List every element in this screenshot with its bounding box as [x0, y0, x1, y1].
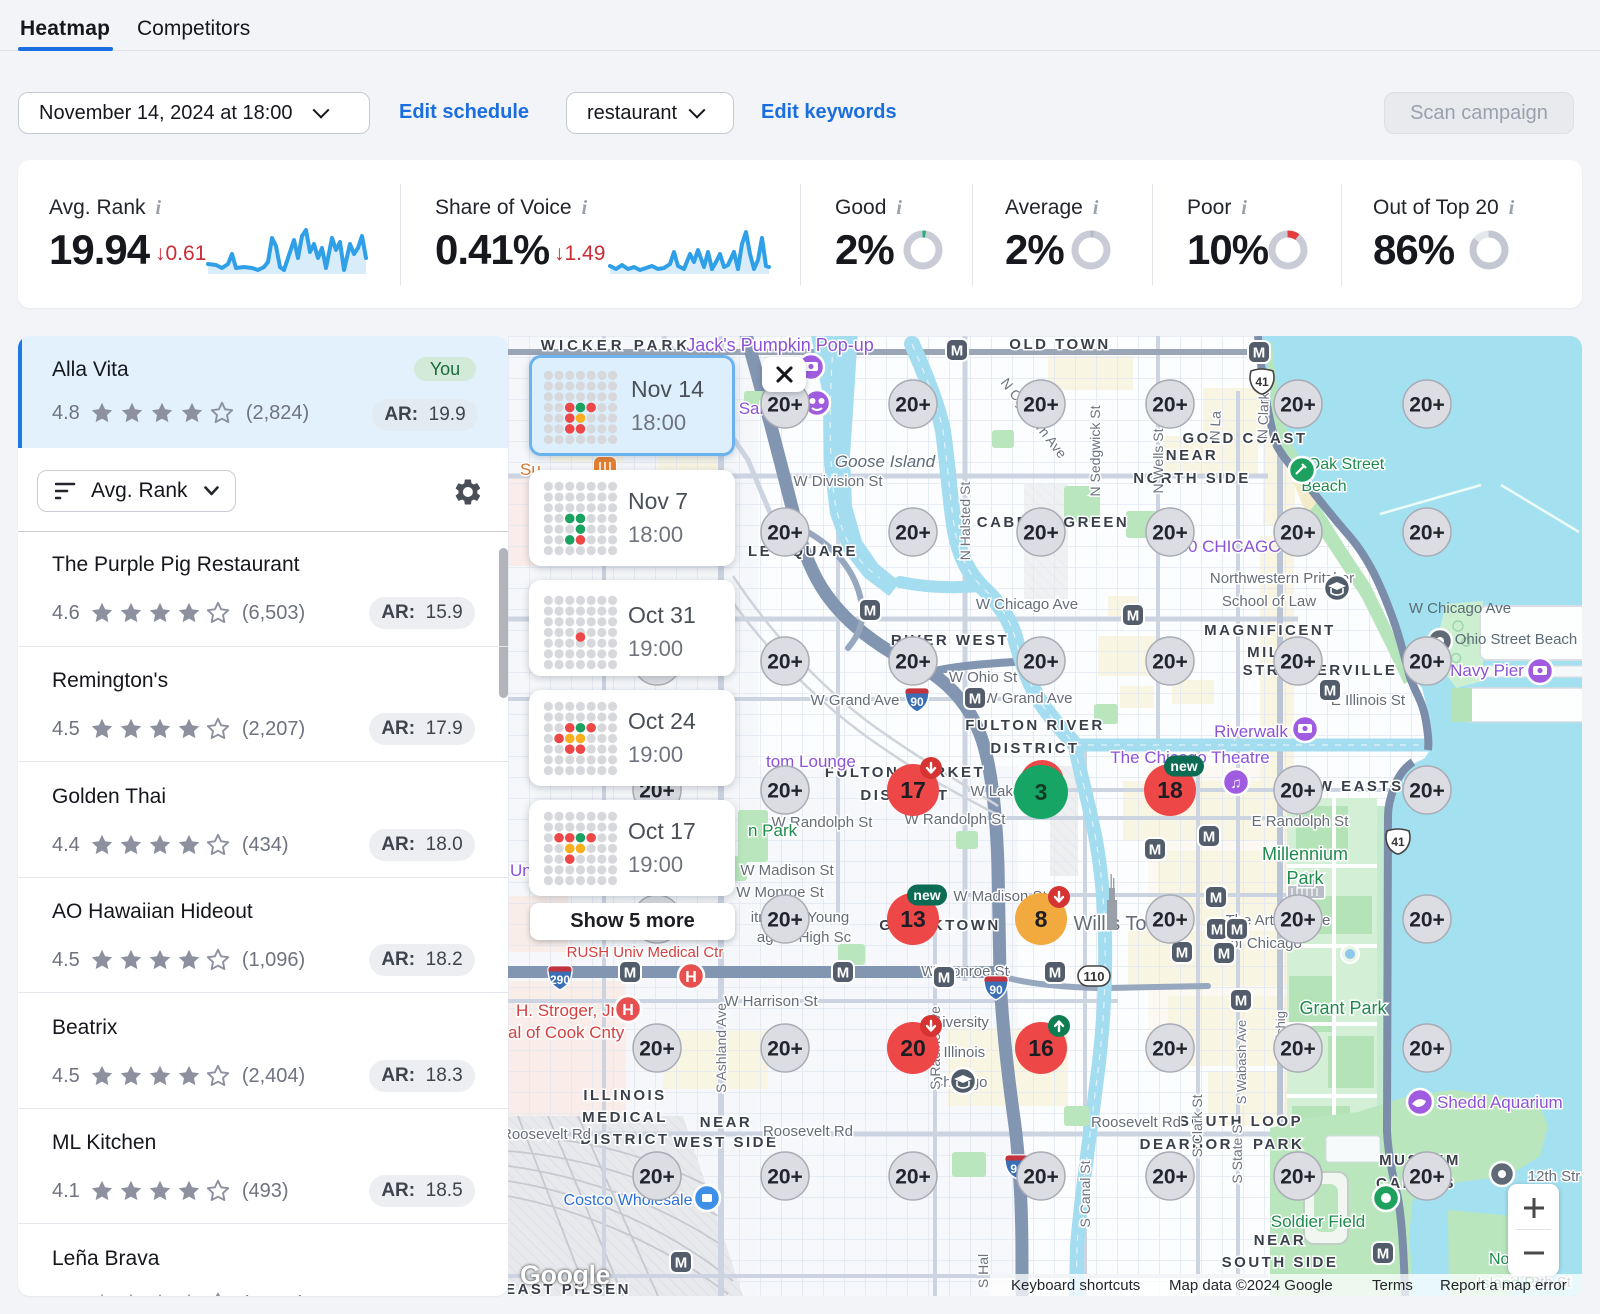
svg-text:W Harrison St: W Harrison St	[724, 993, 818, 1010]
svg-text:SOUTH SIDE: SOUTH SIDE	[1222, 1254, 1339, 1271]
svg-text:ILLINOIS: ILLINOIS	[583, 1087, 666, 1104]
svg-text:Roosevelt Rd: Roosevelt Rd	[508, 1126, 591, 1143]
svg-text:WICKER PARK: WICKER PARK	[541, 337, 691, 354]
svg-text:W Chicago Ave: W Chicago Ave	[1409, 600, 1511, 617]
svg-text:W Ohio St: W Ohio St	[949, 669, 1018, 686]
svg-text:90: 90	[989, 983, 1003, 997]
svg-text:41: 41	[1391, 835, 1405, 849]
svg-text:MEDICAL: MEDICAL	[582, 1109, 668, 1126]
svg-text:Millennium: Millennium	[1262, 844, 1348, 864]
svg-text:Shedd Aquarium: Shedd Aquarium	[1437, 1093, 1563, 1112]
svg-text:16: 16	[1028, 1035, 1054, 1061]
svg-text:S Hal: S Hal	[975, 1254, 991, 1288]
svg-text:E Illinois St: E Illinois St	[1331, 692, 1406, 709]
svg-text:3: 3	[1035, 779, 1048, 805]
svg-text:OLD TOWN: OLD TOWN	[1009, 336, 1110, 353]
svg-text:N Clark: N Clark	[1254, 391, 1272, 439]
svg-text:W Division St: W Division St	[793, 473, 883, 490]
svg-text:H: H	[685, 969, 697, 986]
svg-text:School of Law: School of Law	[1222, 593, 1316, 610]
svg-text:Jack's Pumpkin Pop-up: Jack's Pumpkin Pop-up	[686, 336, 874, 355]
svg-text:17: 17	[900, 777, 926, 803]
svg-text:Grant Park: Grant Park	[1299, 998, 1387, 1018]
svg-text:NEAR: NEAR	[1254, 1232, 1307, 1249]
svg-text:DISTRICT: DISTRICT	[990, 740, 1079, 757]
svg-text:20: 20	[900, 1035, 926, 1061]
svg-text:S Clark St: S Clark St	[1189, 1094, 1205, 1157]
svg-text:18: 18	[1157, 777, 1183, 803]
svg-text:Riverwalk: Riverwalk	[1214, 722, 1288, 741]
svg-text:NEAR: NEAR	[1166, 447, 1219, 464]
svg-text:Roosevelt Rd: Roosevelt Rd	[763, 1123, 853, 1140]
svg-text:N La: N La	[1206, 410, 1224, 441]
svg-text:H: H	[622, 1002, 634, 1019]
svg-text:RUSH Univ Medical Ctr: RUSH Univ Medical Ctr	[567, 944, 724, 961]
svg-text:DISTRICT: DISTRICT	[580, 1131, 669, 1148]
svg-text:Navy Pier: Navy Pier	[1450, 661, 1524, 680]
svg-text:110: 110	[1084, 969, 1105, 984]
svg-text:Ohio Street Beach: Ohio Street Beach	[1455, 631, 1578, 648]
svg-text:Park: Park	[1286, 868, 1324, 888]
svg-text:Soldier Field: Soldier Field	[1271, 1212, 1366, 1231]
svg-text:12th Str: 12th Str	[1528, 1168, 1581, 1185]
svg-text:Roosevelt Rd: Roosevelt Rd	[1091, 1114, 1181, 1131]
svg-text:S Canal St: S Canal St	[1077, 1160, 1093, 1227]
svg-text:FULTON RIVER: FULTON RIVER	[965, 717, 1104, 734]
svg-text:N Halsted St: N Halsted St	[957, 482, 973, 561]
svg-text:41: 41	[1255, 375, 1269, 389]
svg-text:E Randolph St: E Randolph St	[1252, 813, 1350, 830]
svg-text:Sal: Sal	[739, 399, 764, 418]
svg-text:Goose Island: Goose Island	[835, 452, 936, 471]
svg-text:90: 90	[910, 695, 924, 709]
svg-text:N Sedgwick St: N Sedgwick St	[1087, 405, 1103, 496]
svg-text:W Grand Ave: W Grand Ave	[811, 692, 900, 709]
svg-text:♫: ♫	[1230, 775, 1241, 792]
svg-text:GOLD COAST: GOLD COAST	[1183, 430, 1308, 447]
svg-text:W Madison St: W Madison St	[740, 862, 834, 879]
svg-text:W Chicago Ave: W Chicago Ave	[976, 596, 1078, 613]
svg-text:H. Stroger, Jr.: H. Stroger, Jr.	[516, 1001, 620, 1020]
svg-text:NEAR: NEAR	[700, 1114, 753, 1131]
svg-text:S State S: S State S	[1229, 1124, 1245, 1183]
svg-text:W Grand Ave: W Grand Ave	[984, 690, 1073, 707]
svg-text:n Park: n Park	[748, 821, 798, 840]
svg-text:8: 8	[1035, 906, 1048, 932]
svg-text:DEARBORN PARK: DEARBORN PARK	[1140, 1136, 1305, 1153]
svg-text:S Wabash Ave: S Wabash Ave	[1234, 1020, 1249, 1105]
svg-text:S Ashland Ave: S Ashland Ave	[713, 1003, 729, 1093]
svg-text:al of Cook Cnty: al of Cook Cnty	[508, 1023, 625, 1042]
svg-text:Oak Street: Oak Street	[1308, 456, 1385, 473]
svg-text:N Wells St: N Wells St	[1150, 428, 1166, 493]
svg-text:290: 290	[550, 973, 570, 987]
svg-text:MAGNIFICENT: MAGNIFICENT	[1204, 622, 1336, 639]
svg-text:60 CHICAGO: 60 CHICAGO	[1179, 537, 1282, 556]
svg-text:13: 13	[900, 906, 926, 932]
